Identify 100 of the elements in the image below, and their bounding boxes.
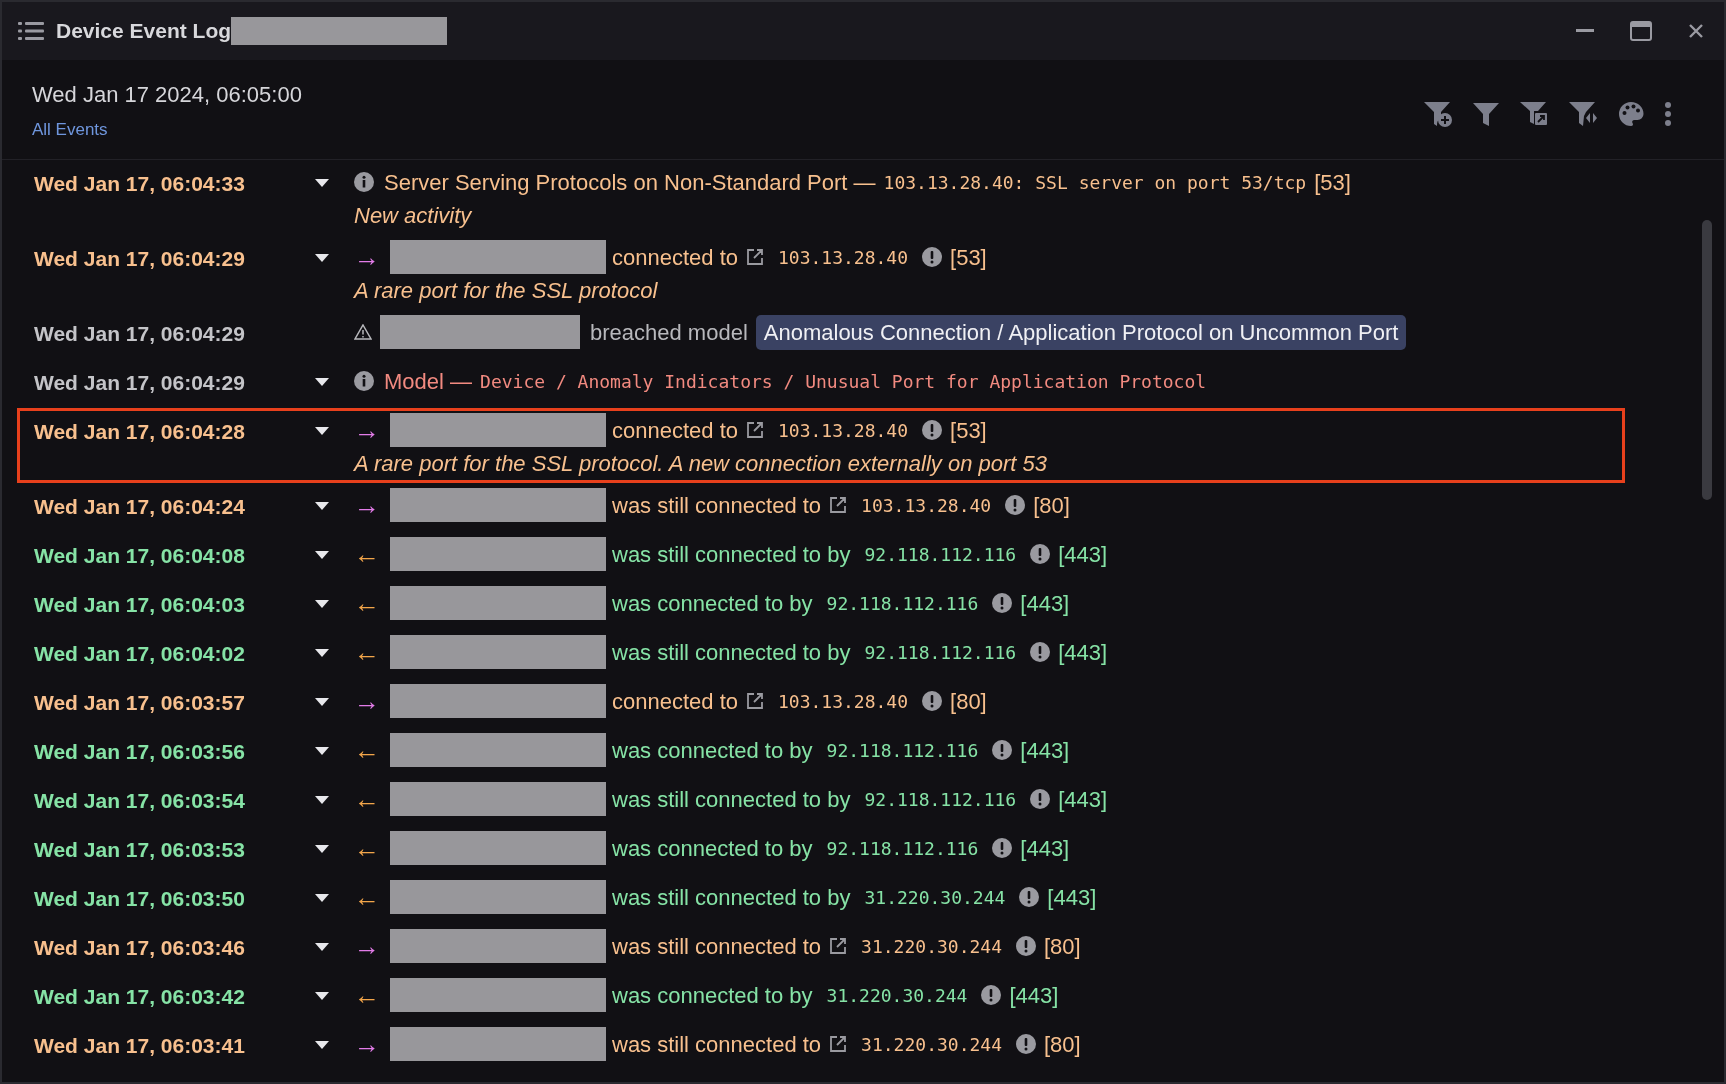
event-time: Wed Jan 17, 06:03:50 [34, 886, 246, 912]
ip-address[interactable]: 103.13.28.40 [778, 243, 909, 271]
event-time: Wed Jan 17, 06:04:28 [34, 419, 246, 445]
event-description: was still connected to by [612, 540, 851, 569]
expand-caret-icon[interactable] [315, 698, 329, 706]
event-description: was connected to by [612, 736, 813, 765]
external-link-icon[interactable] [746, 248, 764, 266]
model-tag[interactable]: Anomalous Connection / Application Protocol on Uncommon Port [755, 314, 1407, 350]
alert-icon [922, 420, 943, 440]
event-description: was still connected to [612, 491, 822, 520]
ip-address[interactable]: 92.118.112.116 [826, 589, 979, 617]
expand-caret-icon[interactable] [315, 378, 329, 386]
scrollbar-thumb[interactable] [1702, 220, 1712, 500]
alert-icon [922, 247, 943, 267]
ip-address[interactable]: 92.118.112.116 [826, 834, 979, 862]
event-time: Wed Jan 17, 06:03:57 [34, 690, 246, 716]
expand-caret-icon[interactable] [315, 427, 329, 435]
alert-icon [1016, 936, 1036, 956]
filter-copy-icon[interactable] [1519, 100, 1549, 128]
alert-icon [992, 838, 1013, 858]
alert-icon [922, 691, 943, 711]
port-number: [443] [1058, 785, 1108, 814]
expand-caret-icon[interactable] [315, 992, 329, 1000]
alert-icon [1030, 544, 1051, 564]
event-time: Wed Jan 17, 06:04:29 [34, 246, 246, 272]
event-description: connected to [612, 687, 738, 716]
expand-caret-icon[interactable] [315, 747, 329, 755]
event-time: Wed Jan 17, 06:03:56 [34, 739, 246, 765]
filter-icon[interactable] [1472, 101, 1500, 127]
event-time: Wed Jan 17, 06:03:42 [34, 984, 246, 1010]
event-time: Wed Jan 17, 06:04:08 [34, 543, 246, 569]
expand-caret-icon[interactable] [315, 943, 329, 951]
direction-arrow: ← [354, 737, 381, 763]
all-events-link[interactable]: All Events [32, 117, 302, 143]
expand-caret-icon[interactable] [315, 551, 329, 559]
expand-caret-icon[interactable] [315, 600, 329, 608]
event-description: breached model [590, 318, 748, 347]
expand-caret-icon[interactable] [315, 894, 329, 902]
external-link-icon[interactable] [829, 937, 848, 955]
ip-address[interactable]: 31.220.30.244 [861, 932, 1002, 960]
external-link-icon[interactable] [746, 421, 764, 439]
palette-icon[interactable] [1617, 100, 1645, 128]
event-time: Wed Jan 17, 06:04:03 [34, 592, 246, 618]
event-note: A rare port for the SSL protocol [354, 277, 659, 305]
port-number: [80] [1044, 1030, 1081, 1059]
ip-address[interactable]: 92.118.112.116 [864, 540, 1017, 568]
filter-add-icon[interactable] [1423, 100, 1453, 128]
ip-address[interactable]: 31.220.30.244 [861, 1030, 1002, 1058]
event-description: was still connected to [612, 932, 822, 961]
ip-address[interactable]: 92.118.112.116 [864, 638, 1017, 666]
port-number: [443] [1047, 883, 1097, 912]
event-description: connected to [612, 243, 738, 272]
list-icon[interactable] [18, 20, 44, 42]
filter-code-icon[interactable] [1568, 100, 1598, 128]
event-description: was still connected to by [612, 638, 851, 667]
expand-caret-icon[interactable] [315, 1041, 329, 1049]
ip-address[interactable]: 103.13.28.40 [778, 687, 909, 715]
expand-caret-icon[interactable] [315, 649, 329, 657]
model-label: Model — [384, 367, 473, 396]
event-time: Wed Jan 17, 06:04:24 [34, 494, 246, 520]
ip-address[interactable]: 92.118.112.116 [864, 785, 1017, 813]
ip-address[interactable]: 31.220.30.244 [826, 981, 968, 1009]
expand-caret-icon[interactable] [315, 179, 329, 187]
direction-arrow: ← [354, 541, 381, 567]
external-link-icon[interactable] [829, 1035, 848, 1053]
expand-caret-icon[interactable] [315, 796, 329, 804]
expand-caret-icon[interactable] [315, 502, 329, 510]
port-number: [80] [1033, 491, 1070, 520]
event-time: Wed Jan 17, 06:04:29 [34, 370, 246, 396]
model-path[interactable]: Device / Anomaly Indicators / Unusual Port for Application Protocol [480, 367, 1207, 395]
event-description: was connected to by [612, 981, 813, 1010]
port-number: [443] [1058, 540, 1108, 569]
direction-arrow: ← [354, 982, 381, 1008]
current-datetime: Wed Jan 17 2024, 06:05:00 [32, 81, 302, 109]
maximize-icon[interactable] [1630, 21, 1652, 41]
event-detail: 103.13.28.40: SSL server on port 53/tcp [883, 170, 1307, 195]
event-description: was still connected to by [612, 883, 851, 912]
direction-arrow: ← [354, 786, 381, 812]
expand-caret-icon[interactable] [315, 845, 329, 853]
minimize-icon[interactable] [1576, 29, 1594, 33]
event-note: New activity [354, 202, 473, 230]
port-number: [80] [1044, 932, 1081, 961]
event-description: was connected to by [612, 589, 813, 618]
event-time: Wed Jan 17, 06:04:02 [34, 641, 246, 667]
alert-icon [992, 740, 1013, 760]
ip-address[interactable]: 31.220.30.244 [864, 883, 1006, 911]
external-link-icon[interactable] [829, 496, 848, 514]
ip-address[interactable]: 92.118.112.116 [826, 736, 979, 764]
event-time: Wed Jan 17, 06:04:33 [34, 171, 246, 197]
direction-arrow: → [354, 688, 381, 714]
external-link-icon[interactable] [746, 692, 764, 710]
alert-icon [1019, 887, 1040, 907]
ip-address[interactable]: 103.13.28.40 [861, 491, 992, 519]
port-number: [443] [1020, 589, 1070, 618]
more-options-icon[interactable] [1664, 101, 1672, 127]
close-icon[interactable] [1688, 23, 1704, 39]
ip-address[interactable]: 103.13.28.40 [778, 416, 909, 444]
expand-caret-icon[interactable] [315, 254, 329, 262]
event-description: was connected to by [612, 834, 813, 863]
direction-arrow: → [354, 933, 381, 959]
